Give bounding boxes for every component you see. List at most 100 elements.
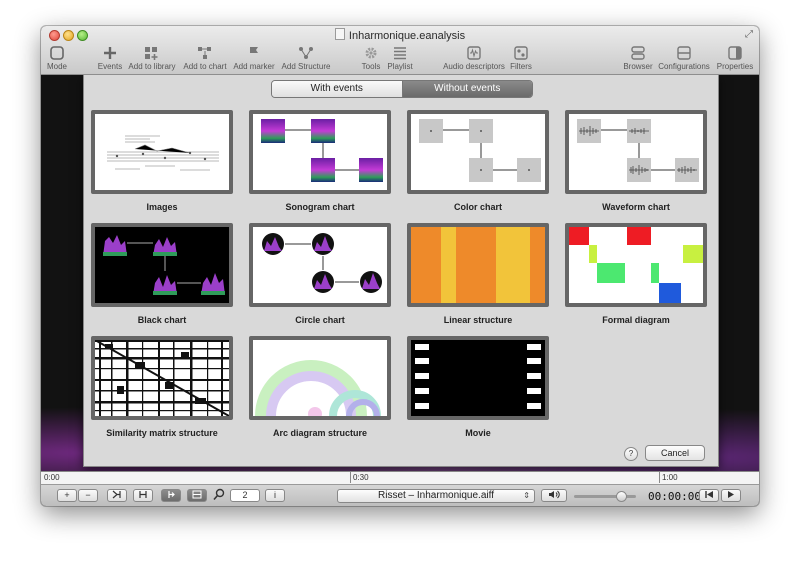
cancel-button[interactable]: Cancel bbox=[645, 445, 705, 461]
template-linear-structure[interactable]: Linear structure bbox=[407, 223, 549, 325]
rewind-button[interactable] bbox=[699, 489, 719, 502]
toolbar-add-to-library-label: Add to library bbox=[128, 62, 176, 71]
toolbar-add-marker[interactable]: Add marker bbox=[232, 44, 276, 74]
template-color-chart-thumbnail bbox=[407, 110, 549, 194]
template-sonogram-chart-thumbnail bbox=[249, 110, 391, 194]
toolbar-tools[interactable]: Tools bbox=[357, 44, 385, 74]
waveform-chart-thumbnail bbox=[577, 119, 699, 182]
toolbar-playlist-label: Playlist bbox=[387, 62, 413, 71]
toolbar-configurations[interactable]: Configurations bbox=[658, 44, 710, 74]
segment-without-events[interactable]: Without events bbox=[402, 81, 532, 97]
audio-file-select[interactable]: Risset – Inharmonique.aiff ⇕ bbox=[337, 489, 535, 503]
marker-icon bbox=[240, 44, 268, 62]
help-button[interactable]: ? bbox=[624, 447, 638, 461]
template-movie[interactable]: Movie bbox=[407, 336, 549, 438]
template-images-thumbnail bbox=[91, 110, 233, 194]
film-strip-icon bbox=[415, 344, 541, 409]
window-title-text: Inharmonique.eanalysis bbox=[348, 30, 466, 42]
volume-slider-knob[interactable] bbox=[616, 491, 627, 502]
fit-icon bbox=[139, 491, 147, 498]
window-title: Inharmonique.eanalysis bbox=[41, 28, 759, 42]
configurations-icon bbox=[670, 44, 698, 62]
timeline-tick-mark-60 bbox=[659, 472, 660, 483]
template-movie-label: Movie bbox=[465, 428, 491, 438]
select-arrows-icon: ⇕ bbox=[523, 491, 530, 500]
template-linear-structure-thumbnail bbox=[407, 223, 549, 307]
info-button[interactable]: i bbox=[265, 489, 285, 502]
template-formal-diagram[interactable]: Formal diagram bbox=[565, 223, 707, 325]
toolbar-add-marker-label: Add marker bbox=[233, 62, 275, 71]
follow-playhead-toggle[interactable] bbox=[161, 489, 181, 502]
application-window: Inharmonique.eanalysis ⤢ Mode Events Add… bbox=[41, 26, 759, 506]
black-chart-thumbnail bbox=[103, 235, 225, 295]
rewind-icon bbox=[705, 491, 713, 498]
zoom-icon[interactable] bbox=[213, 488, 225, 503]
template-formal-diagram-thumbnail bbox=[565, 223, 707, 307]
timeline-tick-mark-30 bbox=[350, 472, 351, 483]
toolbar-properties[interactable]: Properties bbox=[717, 44, 753, 74]
similarity-matrix-thumbnail bbox=[95, 340, 229, 416]
template-waveform-chart[interactable]: Waveform chart bbox=[565, 110, 707, 212]
analysis-area: With events Without events Images Sonogr… bbox=[41, 75, 759, 471]
template-black-chart-thumbnail bbox=[91, 223, 233, 307]
score-thumbnail bbox=[107, 135, 219, 171]
toolbar-browser-label: Browser bbox=[623, 62, 653, 71]
template-similarity-matrix-structure-thumbnail bbox=[91, 336, 233, 420]
toolbar-add-structure[interactable]: Add Structure bbox=[280, 44, 332, 74]
toolbar-add-to-library[interactable]: Add to library bbox=[128, 44, 176, 74]
timeline-ruler[interactable]: 0:00 0:30 1:00 bbox=[41, 471, 759, 484]
template-images[interactable]: Images bbox=[91, 110, 233, 212]
template-arc-diagram-structure-label: Arc diagram structure bbox=[272, 428, 368, 438]
template-images-label: Images bbox=[146, 202, 178, 212]
remove-button[interactable]: − bbox=[78, 489, 98, 502]
toolbar-events[interactable]: Events bbox=[96, 44, 124, 74]
gear-icon bbox=[357, 44, 385, 62]
view-mode-toggle[interactable] bbox=[187, 489, 207, 502]
toolbar-add-to-chart[interactable]: Add to chart bbox=[182, 44, 228, 74]
circle-chart-thumbnail bbox=[262, 233, 382, 293]
title-bar: Inharmonique.eanalysis ⤢ Mode Events Add… bbox=[41, 26, 759, 75]
audio-file-name: Risset – Inharmonique.aiff bbox=[378, 490, 494, 501]
follow-icon bbox=[168, 491, 175, 498]
template-color-chart[interactable]: Color chart bbox=[407, 110, 549, 212]
bottom-toolbar: + − 2 i Risset – Inharmonique.aiff ⇕ 00:… bbox=[41, 484, 759, 506]
template-similarity-matrix-structure[interactable]: Similarity matrix structure bbox=[91, 336, 233, 438]
template-movie-thumbnail bbox=[407, 336, 549, 420]
template-sheet: With events Without events Images Sonogr… bbox=[83, 75, 719, 467]
toolbar-configurations-label: Configurations bbox=[658, 62, 710, 71]
toolbar-events-label: Events bbox=[97, 62, 123, 71]
view-mode-icon bbox=[192, 490, 202, 499]
timeline-tick-0: 0:00 bbox=[44, 473, 60, 482]
template-sonogram-chart[interactable]: Sonogram chart bbox=[249, 110, 391, 212]
template-linear-structure-label: Linear structure bbox=[443, 315, 513, 325]
jump-to-marker-button[interactable] bbox=[107, 489, 127, 502]
fit-button[interactable] bbox=[133, 489, 153, 502]
template-color-chart-label: Color chart bbox=[453, 202, 502, 212]
toolbar-mode[interactable]: Mode bbox=[43, 44, 71, 74]
add-button[interactable]: + bbox=[57, 489, 77, 502]
properties-icon bbox=[721, 44, 749, 62]
template-circle-chart[interactable]: Circle chart bbox=[249, 223, 391, 325]
page-number-field[interactable]: 2 bbox=[230, 489, 260, 502]
toolbar-browser[interactable]: Browser bbox=[622, 44, 654, 74]
play-icon bbox=[728, 491, 734, 498]
template-arc-diagram-structure[interactable]: Arc diagram structure bbox=[249, 336, 391, 438]
toolbar-audio-descriptors[interactable]: Audio descriptors bbox=[442, 44, 506, 74]
structure-icon bbox=[292, 44, 320, 62]
sonogram-chart-thumbnail bbox=[261, 119, 383, 182]
toolbar-filters[interactable]: Filters bbox=[507, 44, 535, 74]
segment-with-events[interactable]: With events bbox=[272, 81, 403, 97]
volume-button[interactable] bbox=[541, 489, 567, 502]
template-arc-diagram-structure-thumbnail bbox=[249, 336, 391, 420]
play-button[interactable] bbox=[721, 489, 741, 502]
arc-diagram-thumbnail bbox=[255, 360, 381, 416]
formal-diagram-thumbnail bbox=[569, 227, 703, 303]
timeline-tick-60: 1:00 bbox=[662, 473, 678, 482]
template-black-chart[interactable]: Black chart bbox=[91, 223, 233, 325]
toolbar-playlist[interactable]: Playlist bbox=[386, 44, 414, 74]
mode-icon bbox=[43, 44, 71, 62]
linear-structure-thumbnail bbox=[411, 227, 545, 303]
template-similarity-matrix-structure-label: Similarity matrix structure bbox=[106, 428, 218, 438]
list-icon bbox=[386, 44, 414, 62]
fullscreen-icon[interactable]: ⤢ bbox=[745, 29, 753, 40]
